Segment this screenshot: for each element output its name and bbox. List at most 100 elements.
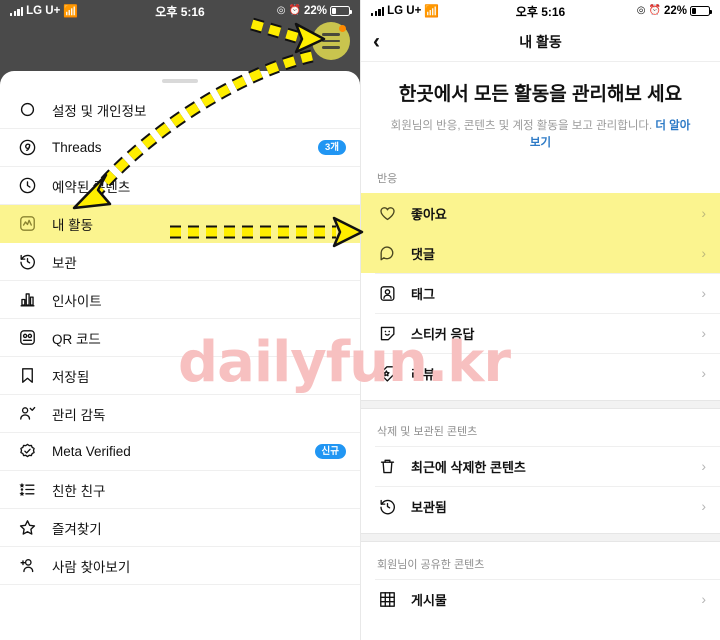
section-divider: [361, 533, 720, 543]
chevron-right-icon: ›: [701, 458, 706, 475]
chevron-right-icon: ›: [701, 498, 706, 515]
menu-item[interactable]: 인사이트: [0, 281, 360, 319]
menu-item-label: 관리 감독: [52, 407, 106, 423]
carrier-label: LG U+: [387, 5, 422, 17]
hero-description-text: 회원님의 반응, 콘텐츠 및 계정 활동을 보고 관리합니다.: [390, 119, 656, 132]
menu-item-label: QR 코드: [52, 331, 101, 347]
menu-item-label: 친한 친구: [52, 483, 106, 499]
hamburger-menu-button[interactable]: [312, 22, 350, 60]
alarm-clock-icon: ⏰: [288, 5, 301, 16]
archive-clock-icon: [375, 497, 399, 516]
menu-item[interactable]: 설정 및 개인정보: [0, 91, 360, 129]
menu-item[interactable]: 내 활동: [0, 205, 360, 243]
menu-bottom-sheet: 설정 및 개인정보 Threads 3개예약된 콘텐츠내 활동보관인사이트 QR 코드…: [0, 71, 360, 640]
add-person-icon: [14, 556, 40, 575]
left-phone-screen: LG U+ 📶 오후 5:16 ◎ ⏰ 22% 설정 및 개인정보 Threads…: [0, 0, 360, 640]
close-friends-list-icon: [14, 480, 40, 499]
menu-item[interactable]: 사람 찾아보기: [0, 547, 360, 585]
alarm-clock-icon: ⏰: [648, 5, 661, 16]
activity-chart-icon: [14, 214, 40, 233]
menu-item[interactable]: QR 코드: [0, 319, 360, 357]
menu-item[interactable]: 관리 감독: [0, 395, 360, 433]
carrier-label: LG U+: [26, 5, 61, 17]
battery-percent-label: 22%: [663, 5, 687, 17]
activity-sections: 반응 좋아요 › 댓글 › 태그 › 스티커 응답 › 리뷰 › 삭제 및 보관된 콘텐츠 최근에 삭제…: [361, 156, 720, 619]
menu-item[interactable]: 저장됨: [0, 357, 360, 395]
section-heading: 회원님이 공유한 콘텐츠: [377, 559, 485, 572]
menu-item[interactable]: 보관: [0, 243, 360, 281]
page-title: 내 활동: [519, 33, 562, 50]
menu-item[interactable]: 친한 친구: [0, 471, 360, 509]
activity-row[interactable]: 스티커 응답 ›: [361, 313, 720, 353]
activity-row[interactable]: 댓글 ›: [361, 233, 720, 274]
chevron-right-icon: ›: [701, 365, 706, 382]
menu-item-badge: 3개: [317, 140, 346, 155]
activity-row[interactable]: 보관됨 ›: [361, 486, 720, 526]
activity-row-label: 스티커 응답: [411, 326, 475, 342]
activity-row[interactable]: 좋아요 ›: [361, 193, 720, 234]
tag-person-icon: [375, 284, 399, 303]
activity-row[interactable]: 리뷰 ›: [361, 353, 720, 393]
menu-item[interactable]: 즐겨찾기: [0, 509, 360, 547]
sticker-face-icon: [375, 324, 399, 343]
activity-row-label: 리뷰: [411, 366, 435, 382]
hamburger-line: [322, 39, 340, 43]
menu-item-badge: 신규: [314, 444, 346, 459]
bookmark-icon: [14, 366, 40, 385]
navigation-bar: ‹ 내 활동: [361, 22, 720, 62]
menu-item-label: 보관: [52, 255, 77, 271]
location-icon: ◎: [636, 5, 646, 16]
notification-dot-badge: [339, 25, 346, 32]
supervision-people-icon: [14, 404, 40, 423]
qr-code-icon: [14, 328, 40, 347]
activity-row[interactable]: 게시물 ›: [361, 579, 720, 619]
menu-item-label: Meta Verified: [52, 444, 131, 459]
status-bar-right-group: ◎ ⏰ 22%: [636, 5, 713, 17]
menu-item[interactable]: Threads 3개: [0, 129, 360, 167]
hero-title: 한곳에서 모든 활동을 관리해보 세요: [398, 84, 683, 105]
hero-description: 회원님의 반응, 콘텐츠 및 계정 활동을 보고 관리합니다. 더 알아보기: [387, 118, 694, 153]
signal-bars-icon: [10, 6, 24, 16]
star-icon: [14, 518, 40, 537]
menu-item-label: 예약된 콘텐츠: [52, 179, 131, 195]
activity-row[interactable]: 태그 ›: [361, 273, 720, 313]
activity-row-label: 댓글: [411, 246, 435, 262]
sheet-drag-handle[interactable]: [162, 79, 198, 83]
activity-row-label: 최근에 삭제한 콘텐츠: [411, 459, 526, 475]
section-divider: [361, 400, 720, 410]
status-bar-left-group: LG U+ 📶: [371, 5, 439, 17]
hamburger-line: [322, 33, 340, 36]
battery-icon: [690, 6, 713, 16]
chevron-right-icon: ›: [701, 205, 706, 222]
menu-item-label: 즐겨찾기: [52, 521, 102, 537]
menu-item-label: 인사이트: [52, 293, 102, 309]
gear-icon: [14, 100, 40, 119]
comment-bubble-icon: [375, 244, 399, 263]
menu-item[interactable]: 예약된 콘텐츠: [0, 167, 360, 205]
trash-icon: [375, 457, 399, 476]
activity-row[interactable]: 최근에 삭제한 콘텐츠 ›: [361, 446, 720, 486]
section-heading: 반응: [377, 173, 398, 186]
hamburger-line: [322, 46, 340, 49]
bar-chart-icon: [14, 290, 40, 309]
status-bar-left: LG U+ 📶 오후 5:16 ◎ ⏰ 22%: [0, 0, 360, 22]
status-bar-right: LG U+ 📶 오후 5:16 ◎ ⏰ 22%: [361, 0, 720, 22]
activity-row-label: 태그: [411, 286, 435, 302]
menu-item-label: 내 활동: [52, 217, 94, 233]
threads-icon: [14, 138, 40, 157]
hero-section: 한곳에서 모든 활동을 관리해보 세요 회원님의 반응, 콘텐츠 및 계정 활동…: [361, 62, 720, 156]
activity-row-label: 좋아요: [411, 206, 447, 222]
battery-percent-label: 22%: [303, 5, 327, 17]
chevron-right-icon: ›: [701, 285, 706, 302]
status-bar-right-group: ◎ ⏰ 22%: [277, 5, 353, 17]
section-heading: 삭제 및 보관된 콘텐츠: [377, 426, 478, 439]
status-bar-left-group: LG U+ 📶: [10, 5, 78, 17]
signal-bars-icon: [371, 6, 385, 16]
heart-icon: [375, 204, 399, 223]
menu-item-label: 저장됨: [52, 369, 90, 385]
menu-item-label: 설정 및 개인정보: [52, 103, 147, 119]
menu-list: 설정 및 개인정보 Threads 3개예약된 콘텐츠내 활동보관인사이트 QR 코드…: [0, 91, 360, 585]
back-chevron-icon[interactable]: ‹: [373, 31, 380, 52]
activity-row-label: 보관됨: [411, 499, 447, 515]
menu-item[interactable]: Meta Verified 신규: [0, 433, 360, 471]
